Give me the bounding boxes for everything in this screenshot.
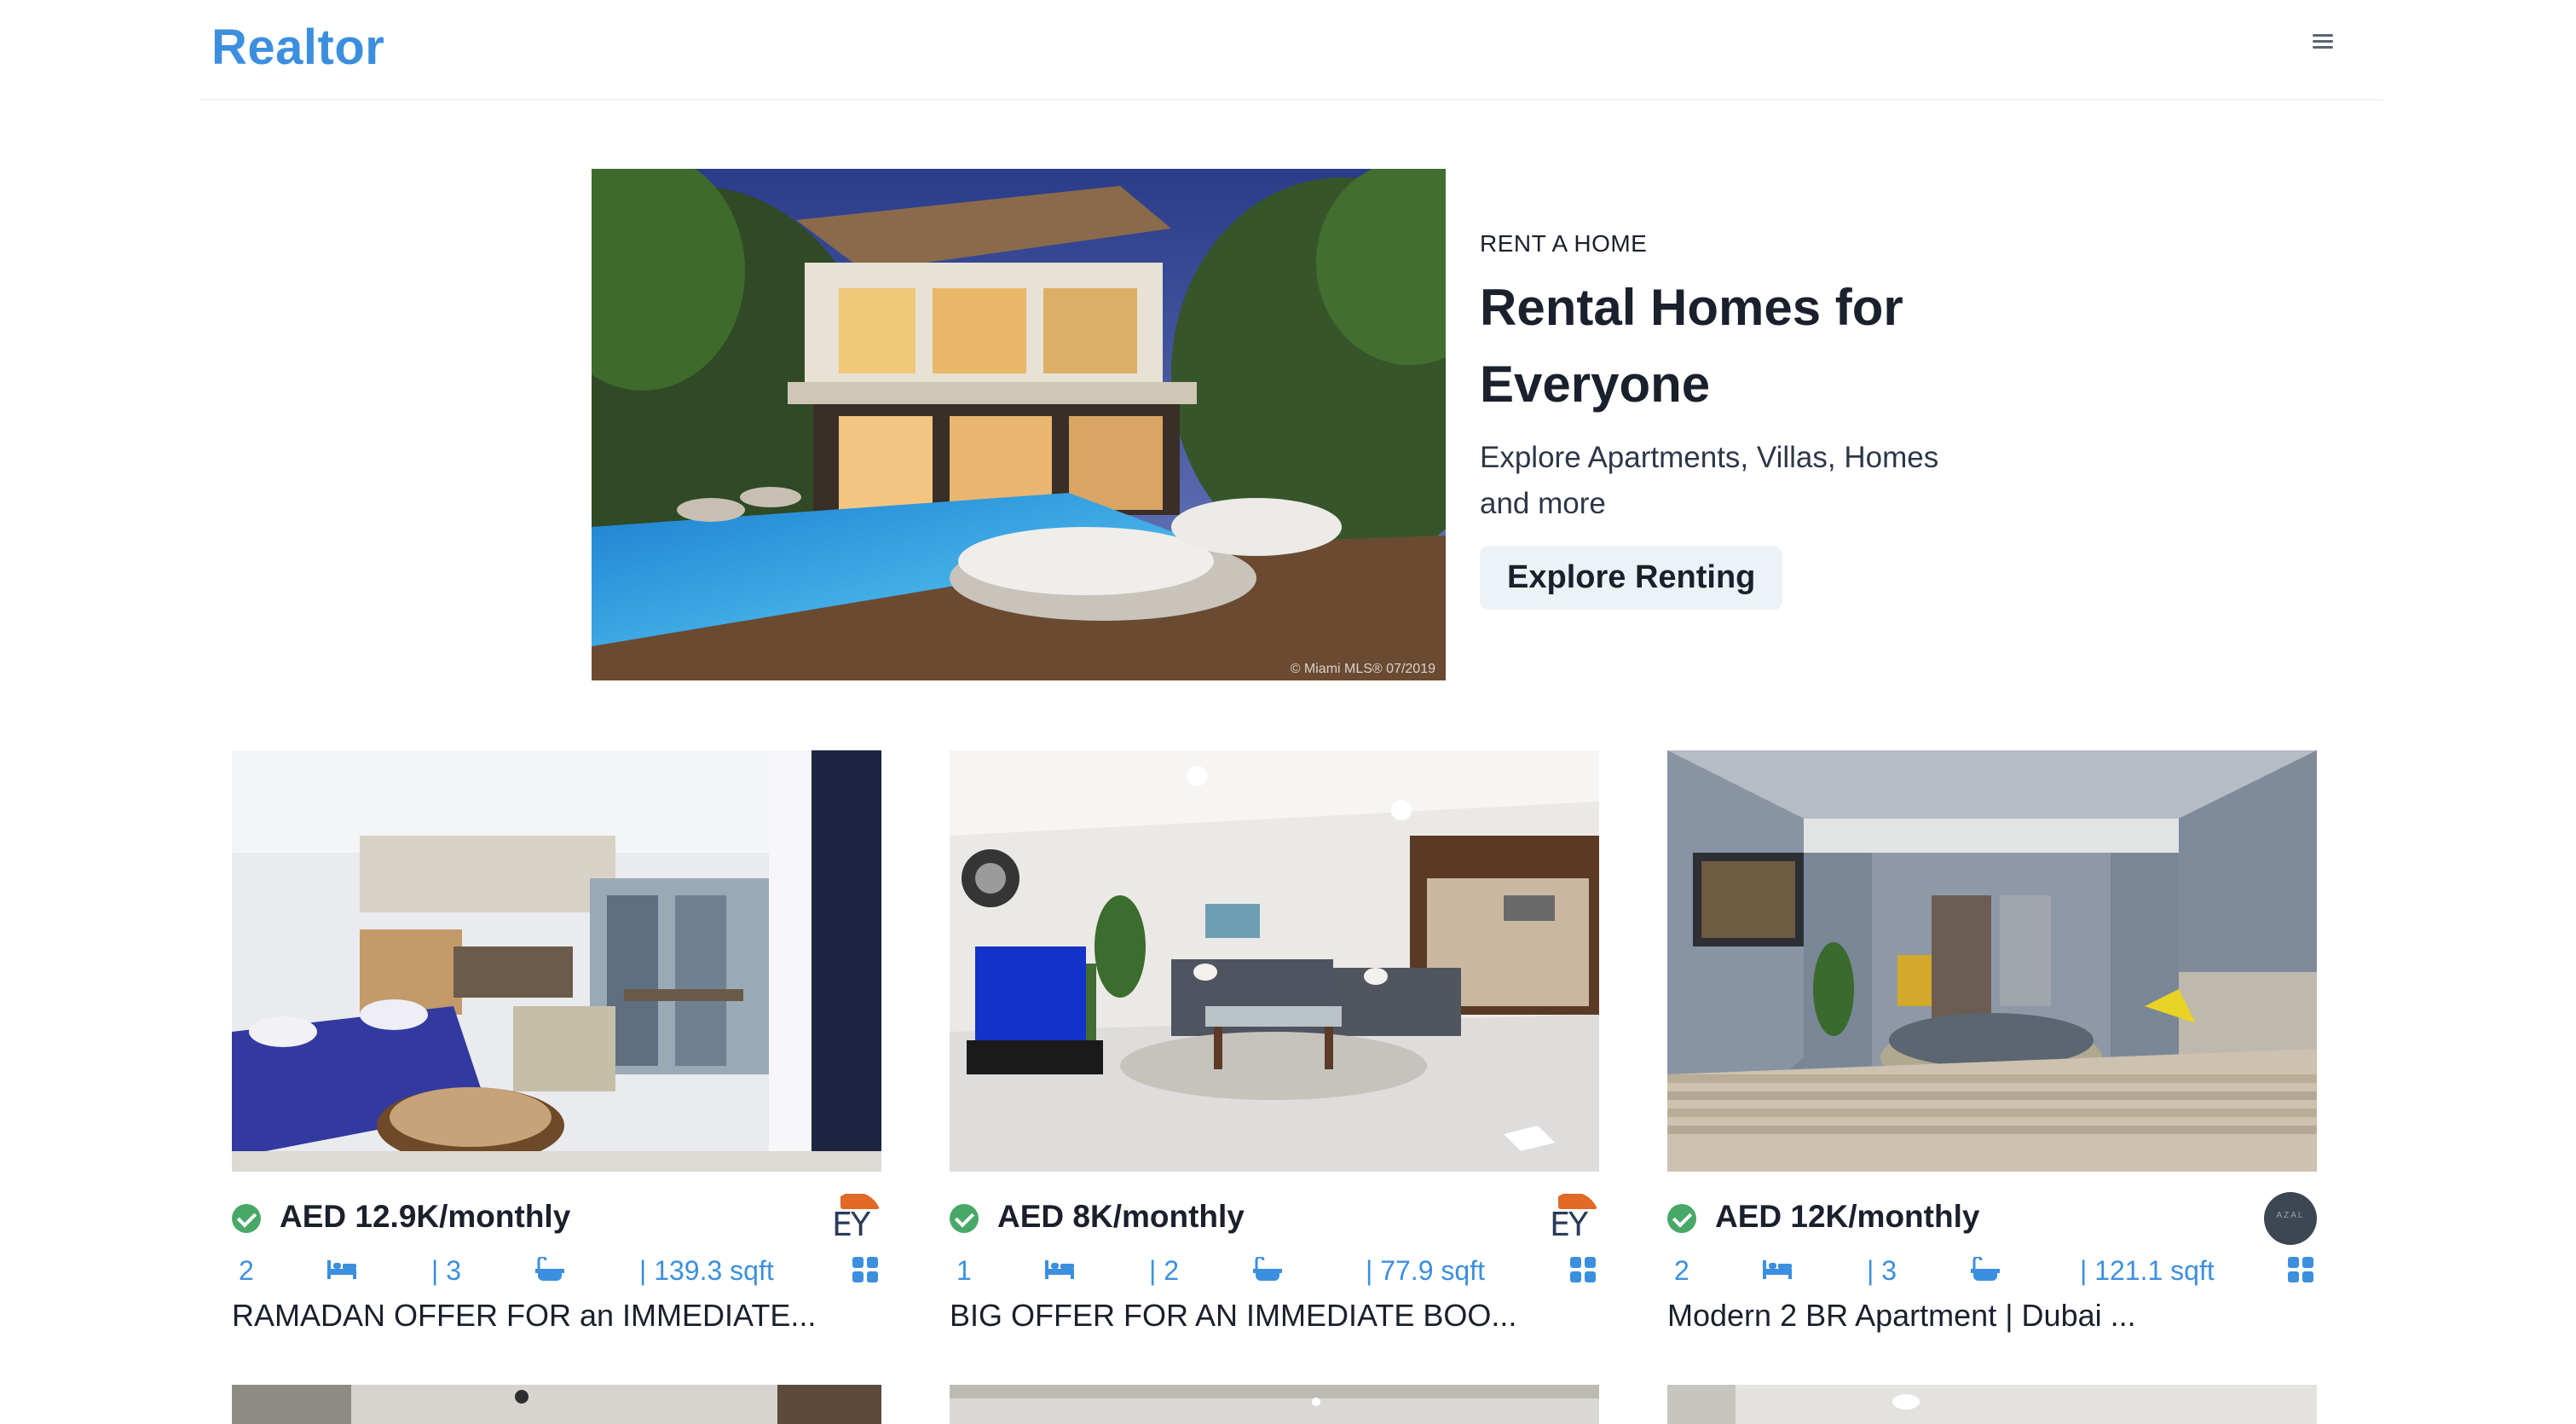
property-card[interactable]: AED 8K/monthly EY 1 | 2 | 77.9 sqft BIG … bbox=[950, 750, 1599, 1334]
area-value: | 139.3 sqft bbox=[639, 1255, 774, 1286]
hero-image: © Miami MLS® 07/2019 bbox=[592, 169, 1446, 680]
area-value: | 121.1 sqft bbox=[2080, 1255, 2215, 1286]
card-price-row: AED 12.9K/monthly EY bbox=[232, 1192, 881, 1245]
agency-logo[interactable]: AZAL bbox=[2264, 1192, 2317, 1245]
explore-renting-button[interactable]: Explore Renting bbox=[1480, 546, 1783, 610]
hero-description: Explore Apartments, Villas, Homes and mo… bbox=[1480, 441, 1939, 520]
property-image-next[interactable] bbox=[232, 1385, 881, 1424]
logo[interactable]: Realtor bbox=[211, 19, 384, 76]
property-image[interactable] bbox=[950, 750, 1599, 1172]
hero-image-caption: © Miami MLS® 07/2019 bbox=[1290, 662, 1435, 676]
card-price: AED 12K/monthly bbox=[1715, 1199, 1980, 1234]
card-title[interactable]: BIG OFFER FOR AN IMMEDIATE BOO... bbox=[950, 1298, 1599, 1334]
agency-logo[interactable]: EY bbox=[1546, 1192, 1599, 1245]
property-card[interactable]: AED 12K/monthly AZAL 2 | 3 | 121.1 sqft … bbox=[1667, 750, 2317, 1334]
property-image[interactable] bbox=[1667, 750, 2317, 1172]
baths-count: | 3 bbox=[431, 1255, 461, 1286]
property-image[interactable] bbox=[232, 750, 881, 1172]
bath-icon bbox=[1253, 1257, 1282, 1281]
card-title[interactable]: RAMADAN OFFER FOR an IMMEDIATE... bbox=[232, 1298, 881, 1334]
bath-icon bbox=[535, 1257, 564, 1281]
rooms-count: 2 bbox=[239, 1255, 254, 1286]
rooms-count: 1 bbox=[956, 1255, 972, 1286]
card-price-row: AED 12K/monthly AZAL bbox=[1667, 1192, 2317, 1245]
verified-check-icon bbox=[1667, 1204, 1696, 1233]
verified-check-icon bbox=[950, 1204, 979, 1233]
grid-icon bbox=[2288, 1257, 2313, 1282]
card-specs: 2 | 3 | 121.1 sqft bbox=[1667, 1248, 2317, 1291]
bed-icon bbox=[327, 1260, 356, 1279]
card-price-row: AED 8K/monthly EY bbox=[950, 1192, 1599, 1245]
hero-text: RENT A HOME Rental Homes for Everyone Ex… bbox=[1480, 230, 2008, 610]
agency-logo[interactable]: EY bbox=[829, 1192, 881, 1245]
property-image-next[interactable] bbox=[950, 1385, 1599, 1424]
card-price: AED 12.9K/monthly bbox=[280, 1199, 571, 1234]
hamburger-menu-icon[interactable] bbox=[2308, 31, 2337, 56]
area-value: | 77.9 sqft bbox=[1366, 1255, 1485, 1286]
hero-title: Rental Homes for Everyone bbox=[1480, 279, 1903, 413]
hero-kicker: RENT A HOME bbox=[1480, 230, 1648, 257]
card-title[interactable]: Modern 2 BR Apartment | Dubai ... bbox=[1667, 1298, 2317, 1334]
card-specs: 1 | 2 | 77.9 sqft bbox=[950, 1248, 1599, 1291]
baths-count: | 3 bbox=[1867, 1255, 1897, 1286]
grid-icon bbox=[852, 1257, 878, 1282]
verified-check-icon bbox=[232, 1204, 261, 1233]
bed-icon bbox=[1763, 1260, 1792, 1279]
card-specs: 2 | 3 | 139.3 sqft bbox=[232, 1248, 881, 1291]
rooms-count: 2 bbox=[1674, 1255, 1689, 1286]
property-image-next[interactable] bbox=[1667, 1385, 2317, 1424]
property-card[interactable]: AED 12.9K/monthly EY 2 | 3 | 139.3 sqft … bbox=[232, 750, 881, 1334]
baths-count: | 2 bbox=[1149, 1255, 1179, 1286]
card-price: AED 8K/monthly bbox=[997, 1199, 1245, 1234]
bed-icon bbox=[1045, 1260, 1074, 1279]
navbar: Realtor bbox=[199, 0, 2383, 101]
bath-icon bbox=[1971, 1257, 2000, 1281]
grid-icon bbox=[1570, 1257, 1596, 1282]
